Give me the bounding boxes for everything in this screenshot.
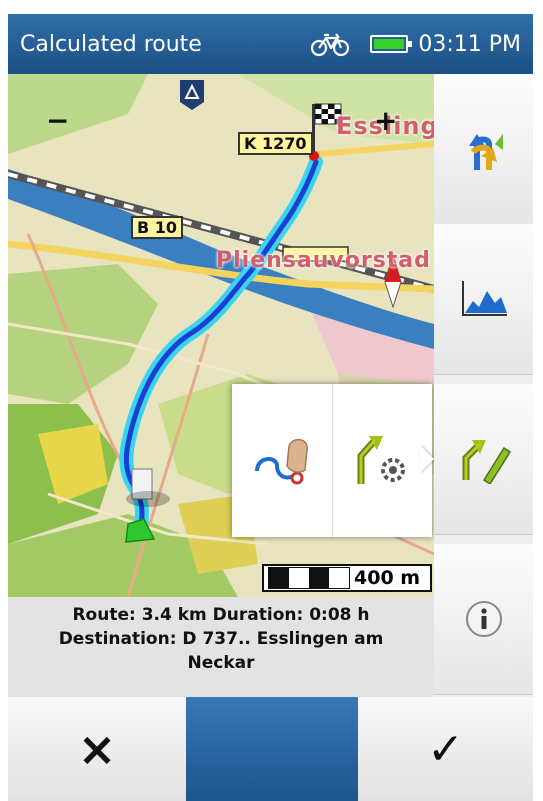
clock: 03:11 PM <box>418 31 521 57</box>
route-settings-button[interactable] <box>333 384 433 537</box>
device-screen: Calculated route 03:11 PM K 1270 B 10 Es… <box>0 0 543 801</box>
title-bar: Calculated route 03:11 PM <box>8 14 533 74</box>
bicycle-icon <box>311 33 350 57</box>
route-info-button[interactable] <box>434 544 533 695</box>
town-label-pliensauvorstadt: Pliensauvorstad <box>216 248 431 273</box>
route-tools-popup <box>232 384 432 537</box>
scale-bar <box>268 567 350 589</box>
route-options-icon <box>468 134 503 170</box>
map-scale: 400 m <box>262 564 432 592</box>
route-options-button[interactable] <box>434 74 533 225</box>
road-label-b10: B 10 <box>131 216 184 239</box>
popup-pointer <box>420 445 434 473</box>
elevation-profile-icon <box>461 281 507 316</box>
route-summary-line3: Neckar <box>187 653 255 673</box>
close-icon: × <box>77 722 117 776</box>
zoom-in-button[interactable]: + <box>374 104 397 137</box>
checkmark-icon: ✓ <box>427 723 464 775</box>
blank-button[interactable] <box>186 697 358 801</box>
confirm-button[interactable]: ✓ <box>358 697 533 801</box>
route-settings-icon <box>357 435 406 484</box>
draw-route-button[interactable] <box>232 384 333 537</box>
elevation-profile-button[interactable] <box>434 224 533 375</box>
info-icon <box>465 601 502 637</box>
zoom-out-button[interactable]: − <box>46 104 69 137</box>
edit-route-icon <box>462 440 511 484</box>
side-toolbar <box>434 74 533 697</box>
route-summary-line2: Destination: D 737.. Esslingen am <box>58 629 384 649</box>
draw-route-icon <box>254 438 308 484</box>
page-title: Calculated route <box>20 31 202 57</box>
route-summary: Route: 3.4 km Duration: 0:08 h Destinati… <box>8 597 434 697</box>
road-label-k1270: K 1270 <box>238 132 313 155</box>
edit-route-button[interactable] <box>434 384 533 535</box>
scale-label: 400 m <box>354 567 421 589</box>
cancel-button[interactable]: × <box>8 697 186 801</box>
route-summary-line1: Route: 3.4 km Duration: 0:08 h <box>72 605 370 625</box>
battery-icon <box>370 35 413 53</box>
bottom-bar: × ✓ <box>8 697 533 801</box>
